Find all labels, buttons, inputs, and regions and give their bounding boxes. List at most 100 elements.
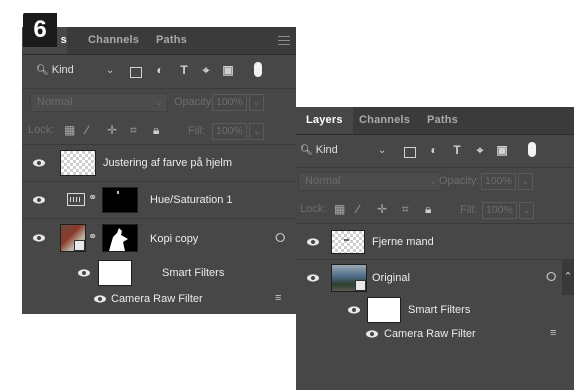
layer-name[interactable]: Hue/Saturation 1 (150, 193, 233, 207)
filter-toggle[interactable] (254, 62, 262, 77)
link-icon[interactable]: ⚭ (88, 191, 97, 204)
lock-row: Lock: ▦ ∕ ✛ ⌗ 🔒︎ Fill: 100% ⌄ (22, 119, 296, 143)
tab-paths[interactable]: Paths (156, 27, 187, 54)
lock-position-icon[interactable]: ✛ (377, 201, 387, 218)
blend-row: Normal ⌄ Opacity: 100% ⌄ (22, 90, 296, 114)
blend-mode-select[interactable]: Normal ⌄ (30, 93, 168, 112)
filter-options-icon[interactable]: ≡ (275, 292, 281, 304)
filter-row[interactable]: Camera Raw Filter ≡ (296, 324, 574, 344)
layer-name[interactable]: Fjerne mand (372, 235, 434, 249)
filter-row[interactable]: Camera Raw Filter ≡ (22, 289, 296, 309)
smart-object-icon: ⭘ (546, 269, 557, 284)
opacity-field[interactable]: 100% (212, 94, 247, 111)
lock-transparent-icon[interactable]: ▦ (334, 201, 345, 218)
smart-object-icon (355, 280, 366, 291)
fill-label: Fill: (188, 125, 206, 137)
chevron-down-icon[interactable]: ⌄ (249, 94, 264, 111)
layer-thumbnail[interactable] (331, 264, 367, 292)
eye-icon[interactable] (307, 274, 319, 282)
layer-row[interactable]: Fjerne mand (296, 224, 574, 259)
layer-mask-thumbnail[interactable] (102, 224, 138, 252)
eye-icon[interactable] (94, 295, 106, 303)
smart-object-icon (74, 240, 85, 251)
layer-name[interactable]: Original (372, 271, 410, 285)
tab-layers[interactable]: Layers (296, 107, 353, 134)
lock-position-icon[interactable]: ✛ (107, 122, 117, 139)
smart-filters-label[interactable]: Smart Filters (408, 303, 470, 317)
chevron-down-icon[interactable]: ⌄ (518, 173, 533, 190)
link-icon[interactable]: ⚭ (88, 230, 97, 243)
lock-brush-icon[interactable]: ∕ (86, 122, 88, 139)
eye-icon[interactable] (348, 306, 360, 314)
filter-kind-select[interactable]: 🔍︎ Kind (36, 61, 74, 79)
search-icon: 🔍︎ (36, 65, 49, 76)
layer-mask-thumbnail[interactable] (102, 187, 138, 213)
step-badge: 6 (23, 13, 57, 47)
chevron-down-icon[interactable]: ⌄ (249, 123, 264, 140)
smart-filters-label[interactable]: Smart Filters (162, 266, 224, 280)
filter-options-icon[interactable]: ≡ (550, 327, 556, 339)
layer-thumbnail[interactable] (331, 230, 365, 254)
chevron-down-icon[interactable]: ⌄ (378, 145, 386, 156)
smart-filters-row[interactable]: Smart Filters (296, 296, 574, 323)
eye-icon[interactable] (78, 269, 90, 277)
filter-name[interactable]: Camera Raw Filter (111, 292, 203, 306)
opacity-field[interactable]: 100% (481, 173, 516, 190)
lock-transparent-icon[interactable]: ▦ (64, 122, 75, 139)
lock-label: Lock: (300, 203, 327, 215)
chevron-down-icon: ⌄ (155, 97, 163, 107)
lock-all-icon[interactable]: 🔒︎ (153, 122, 159, 139)
shape-filter-icon[interactable]: ⌖ (473, 143, 487, 157)
layer-thumbnail[interactable] (60, 150, 96, 176)
eye-icon[interactable] (307, 238, 319, 246)
tab-channels[interactable]: Channels (88, 27, 139, 54)
blend-mode-select[interactable]: Normal ⌄ (298, 172, 442, 191)
eye-icon[interactable] (33, 196, 45, 204)
chevron-down-icon[interactable]: ⌄ (106, 65, 114, 76)
smart-filters-row[interactable]: Smart Filters (22, 259, 296, 286)
filter-kind-select[interactable]: 🔍︎ Kind (300, 141, 338, 159)
layer-name[interactable]: Justering af farve på hjelm (103, 156, 232, 170)
layer-row[interactable]: ⚭ Kopi copy ⭘ (22, 219, 296, 257)
fill-label: Fill: (460, 204, 478, 216)
smart-object-icon: ⭘ (275, 230, 286, 245)
layer-row[interactable]: ⚭ Hue/Saturation 1 (22, 182, 296, 218)
chevron-down-icon[interactable]: ⌄ (519, 202, 534, 219)
pixel-filter-icon[interactable] (130, 67, 142, 78)
tab-channels[interactable]: Channels (359, 107, 410, 134)
smart-object-filter-icon[interactable]: ▣ (495, 143, 509, 157)
layer-row[interactable]: Justering af farve på hjelm (22, 145, 296, 181)
eye-icon[interactable] (33, 159, 45, 167)
layer-row[interactable]: Original ⭘ ⌃ (296, 259, 574, 296)
tab-paths[interactable]: Paths (427, 107, 458, 134)
layer-name[interactable]: Kopi copy (150, 232, 198, 246)
lock-artboard-icon[interactable]: ⌗ (402, 201, 409, 218)
filter-mask-thumbnail[interactable] (98, 260, 132, 286)
pixel-filter-icon[interactable] (404, 147, 416, 158)
adjustment-filter-icon[interactable]: ◐ (427, 143, 441, 157)
fill-field[interactable]: 100% (212, 123, 247, 140)
lock-all-icon[interactable]: 🔒︎ (425, 201, 431, 218)
blend-row: Normal ⌄ Opacity: 100% ⌄ (296, 169, 574, 193)
filter-toggle[interactable] (528, 142, 536, 157)
layers-panel-front: Layers Channels Paths 🔍︎ Kind ⌄ ◐ T ⌖ ▣ … (296, 107, 574, 390)
eye-icon[interactable] (33, 234, 45, 242)
filter-mask-thumbnail[interactable] (367, 297, 401, 323)
fill-field[interactable]: 100% (482, 202, 517, 219)
type-filter-icon[interactable]: T (177, 63, 191, 77)
filter-row: 🔍︎ Kind ⌄ ◐ T ⌖ ▣ (296, 134, 574, 165)
adjustment-filter-icon[interactable]: ◐ (153, 63, 167, 77)
filter-name[interactable]: Camera Raw Filter (384, 327, 476, 341)
type-filter-icon[interactable]: T (450, 143, 464, 157)
opacity-label: Opacity: (439, 175, 480, 187)
layer-thumbnail[interactable] (60, 224, 86, 252)
shape-filter-icon[interactable]: ⌖ (199, 63, 213, 77)
chevron-up-icon[interactable]: ⌃ (562, 259, 574, 295)
panel-menu-icon[interactable] (278, 36, 290, 45)
lock-brush-icon[interactable]: ∕ (357, 201, 359, 218)
eye-icon[interactable] (366, 330, 378, 338)
panel-tab-bar: Layers Channels Paths (296, 107, 574, 135)
smart-object-filter-icon[interactable]: ▣ (221, 63, 235, 77)
lock-artboard-icon[interactable]: ⌗ (130, 122, 137, 139)
adjustment-layer-icon (67, 193, 85, 206)
